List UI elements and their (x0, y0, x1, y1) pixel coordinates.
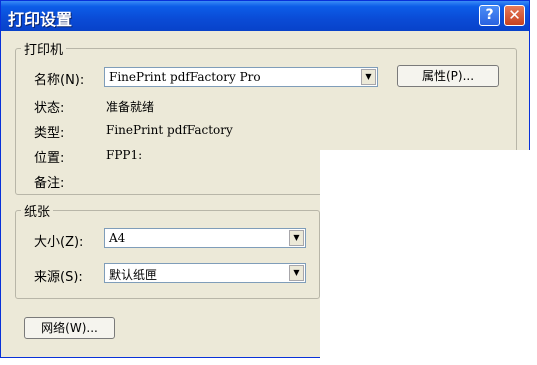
dialog-title: 打印设置 (8, 10, 73, 29)
help-button[interactable]: ? (479, 5, 500, 26)
type-value: FinePrint pdfFactory (106, 123, 233, 137)
printer-group-legend: 打印机 (24, 43, 64, 58)
comment-label: 备注: (34, 176, 65, 191)
paper-size-dropdown[interactable]: A4 ▼ (104, 228, 306, 248)
location-label: 位置: (34, 151, 65, 166)
network-button[interactable]: 网络(W)... (24, 317, 115, 339)
properties-button[interactable]: 属性(P)... (397, 65, 499, 87)
status-label: 状态: (34, 101, 65, 116)
close-icon: ✕ (508, 6, 521, 24)
status-value: 准备就绪 (106, 100, 155, 114)
paper-source-dropdown[interactable]: 默认纸匣 ▼ (104, 263, 306, 283)
paper-size-value: A4 (109, 231, 126, 245)
location-value: FPP1: (106, 148, 143, 162)
type-label: 类型: (34, 126, 65, 141)
printer-name-label: 名称(N): (34, 73, 85, 88)
paper-size-label: 大小(Z): (34, 235, 84, 250)
chevron-down-icon[interactable]: ▼ (361, 69, 376, 85)
paper-source-value: 默认纸匣 (109, 268, 158, 282)
printer-name-value: FinePrint pdfFactory Pro (109, 70, 261, 84)
paper-source-label: 来源(S): (34, 270, 83, 285)
chevron-down-icon[interactable]: ▼ (289, 265, 304, 281)
chevron-down-icon[interactable]: ▼ (289, 230, 304, 246)
help-icon: ? (485, 7, 494, 23)
close-button[interactable]: ✕ (504, 5, 525, 26)
paper-group-legend: 纸张 (24, 205, 51, 220)
title-bar: 打印设置 ? ✕ (1, 1, 529, 31)
printer-name-dropdown[interactable]: FinePrint pdfFactory Pro ▼ (104, 67, 378, 87)
blank-overlay (320, 150, 537, 365)
